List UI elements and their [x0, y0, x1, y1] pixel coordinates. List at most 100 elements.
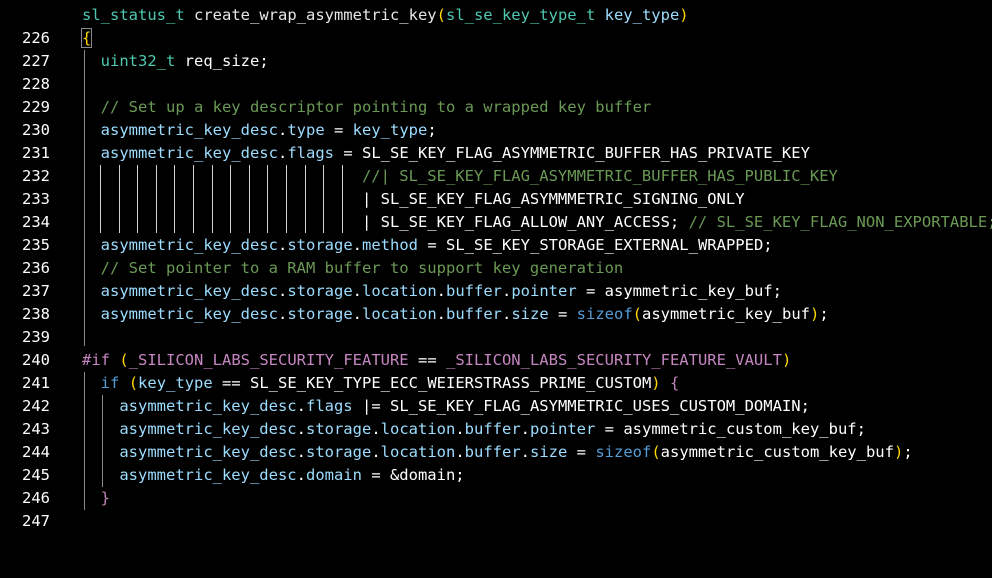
code-line: 230 // Set up a key descriptor pointing … — [0, 96, 992, 139]
token: sizeof — [595, 443, 652, 461]
code-text: asymmetric_key_desc.storage.location.buf… — [100, 305, 829, 323]
indent-guide — [230, 165, 232, 233]
token: ( — [651, 443, 661, 461]
code-line: 242 if (key_type == SL_SE_KEY_TYPE_ECC_W… — [0, 372, 992, 415]
token: pointer — [530, 420, 596, 438]
code-text: asymmetric_key_desc.storage.location.buf… — [119, 443, 913, 461]
token: key_type — [352, 121, 428, 139]
token: _SILICON_LABS_SECURITY_FEATURE — [128, 351, 409, 369]
code-line: 229 — [0, 73, 992, 116]
code-line: 246 asymmetric_key_desc.domain = &domain… — [0, 464, 992, 507]
token: if — [100, 374, 120, 392]
token: key_type — [138, 374, 213, 392]
token: location — [362, 282, 437, 300]
code-text: | SL_SE_KEY_FLAG_ALLOW_ANY_ACCESS; // SL… — [82, 211, 992, 234]
token: location — [380, 443, 456, 461]
code-line: 244 asymmetric_key_desc.storage.location… — [0, 418, 992, 461]
code-line: 228 uint32_t req_size; — [0, 50, 992, 93]
code-text: asymmetric_key_desc.flags = SL_SE_KEY_FL… — [100, 144, 810, 162]
indent-guide — [84, 372, 85, 510]
token: size — [511, 305, 549, 323]
token: buffer — [464, 443, 521, 461]
token: flags — [305, 397, 353, 415]
token: storage — [287, 305, 353, 323]
code-line: 235 | SL_SE_KEY_FLAG_ALLOW_ANY_ACCESS; /… — [0, 211, 992, 254]
token: ) — [679, 6, 689, 24]
code-line: 226 sl_status_t create_wrap_asymmetric_k… — [0, 4, 992, 47]
indent-guide — [155, 165, 157, 233]
indent-guide — [102, 395, 103, 487]
token: asymmetric_key_desc — [119, 443, 297, 461]
token: ) — [893, 443, 904, 461]
token: ( — [436, 6, 446, 24]
token: key_type — [604, 6, 680, 24]
token: { — [669, 374, 680, 392]
token: asymmetric_key_desc — [100, 305, 278, 323]
code-text: } — [82, 487, 110, 510]
indent-guide — [323, 165, 325, 233]
indent-guide — [304, 165, 306, 233]
token: buffer — [446, 305, 502, 323]
code-line: 231 asymmetric_key_desc.type = key_type; — [0, 119, 992, 162]
token: sizeof — [576, 305, 633, 323]
code-text: if (key_type == SL_SE_KEY_TYPE_ECC_WEIER… — [100, 374, 680, 392]
code-line: 241 #if (_SILICON_LABS_SECURITY_FEATURE … — [0, 349, 992, 392]
token: ) — [651, 374, 661, 392]
code-line: 237 // Set pointer to a RAM buffer to su… — [0, 257, 992, 300]
token: ( — [632, 305, 643, 323]
token: create_wrap_asymmetric_key — [194, 6, 437, 24]
token: storage — [305, 420, 372, 438]
indent-guide — [118, 165, 120, 233]
token: asymmetric_key_desc — [100, 282, 278, 300]
token: buffer — [446, 282, 502, 300]
code-text: asymmetric_key_desc.flags |= SL_SE_KEY_F… — [119, 397, 810, 415]
code-comment: // Set up a key descriptor pointing to a… — [82, 98, 652, 116]
code-line: 240 — [0, 326, 992, 369]
token: asymmetric_key_desc — [100, 236, 278, 254]
token: type — [287, 121, 325, 139]
token: location — [380, 420, 456, 438]
code-line: 243 asymmetric_key_desc.flags |= SL_SE_K… — [0, 395, 992, 438]
token: storage — [287, 282, 353, 300]
token: asymmetric_key_desc — [119, 397, 297, 415]
code-line: 245 asymmetric_key_desc.storage.location… — [0, 441, 992, 484]
code-text: asymmetric_key_desc.domain = &domain; — [119, 466, 465, 484]
token: storage — [305, 443, 372, 461]
code-text: asymmetric_key_desc.type = key_type; — [100, 121, 437, 139]
code-line: 232 asymmetric_key_desc.flags = SL_SE_KE… — [0, 142, 992, 185]
indent-guide — [100, 165, 101, 233]
token: sl_se_key_type_t — [445, 6, 596, 24]
token: flags — [287, 144, 334, 162]
token: ) — [781, 351, 792, 369]
code-text: sl_status_t create_wrap_asymmetric_key(s… — [82, 4, 689, 27]
indent-guide — [341, 165, 343, 233]
code-text: asymmetric_key_desc.storage.location.buf… — [100, 282, 782, 300]
indent-guide — [267, 165, 269, 233]
token: #if — [82, 351, 110, 369]
code-text: | SL_SE_KEY_FLAG_ASYMMMETRIC_SIGNING_ONL… — [82, 190, 745, 208]
code-line: 239 asymmetric_key_desc.storage.location… — [0, 303, 992, 346]
token: size — [530, 443, 568, 461]
code-line: 238 asymmetric_key_desc.storage.location… — [0, 280, 992, 323]
code-text: asymmetric_key_desc.storage.location.buf… — [119, 420, 866, 438]
token: asymmetric_key_desc — [100, 144, 278, 162]
token: ( — [128, 374, 139, 392]
code-line: 233 //| SL_SE_KEY_FLAG_ASYMMETRIC_BUFFER… — [0, 165, 992, 208]
code-editor[interactable]: 226 sl_status_t create_wrap_asymmetric_k… — [0, 0, 992, 530]
indent-guide — [211, 165, 213, 233]
code-comment: //| SL_SE_KEY_FLAG_ASYMMETRIC_BUFFER_HAS… — [82, 167, 838, 185]
code-text: #if (_SILICON_LABS_SECURITY_FEATURE == _… — [82, 351, 792, 369]
token: ) — [810, 305, 820, 323]
indent-guide — [137, 165, 139, 233]
code-text: uint32_t req_size; — [100, 52, 269, 70]
code-line: 247 } — [0, 487, 992, 530]
token: method — [362, 236, 418, 254]
indent-guide — [286, 165, 287, 233]
token: ( — [119, 351, 129, 369]
token: buffer — [464, 420, 521, 438]
token: asymmetric_key_desc — [100, 121, 278, 139]
token: // SL_SE_KEY_FLAG_NON_EXPORTABLE; — [688, 213, 992, 231]
code-text: asymmetric_key_desc.storage.method = SL_… — [100, 236, 773, 254]
token: _SILICON_LABS_SECURITY_FEATURE_VAULT — [445, 351, 782, 369]
indent-guide — [248, 165, 250, 233]
